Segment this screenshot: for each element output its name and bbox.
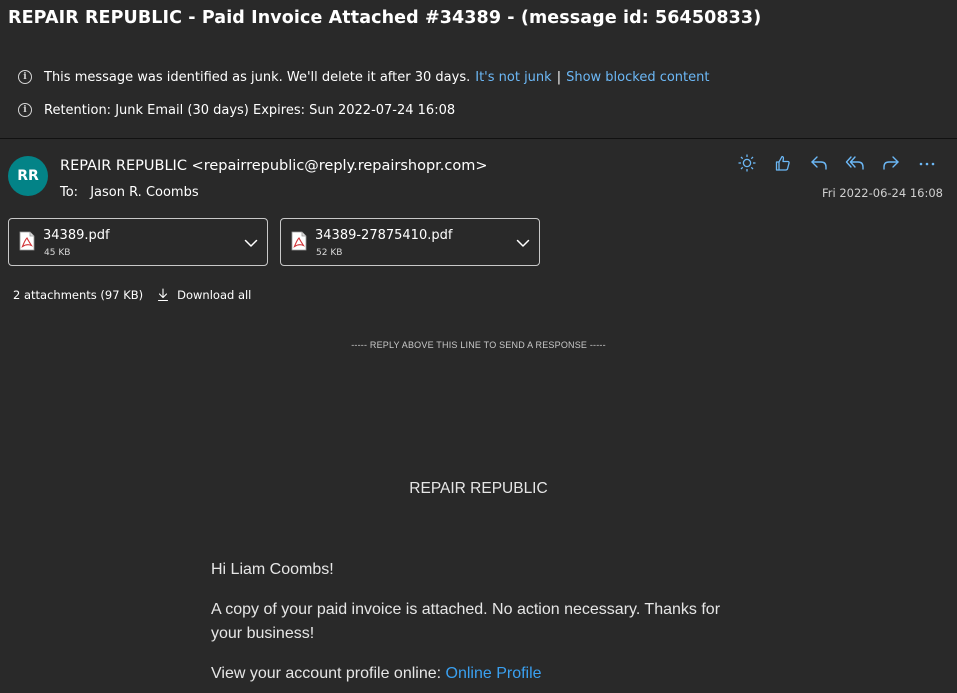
show-blocked-content-link[interactable]: Show blocked content xyxy=(566,70,709,85)
chevron-down-icon[interactable] xyxy=(515,235,531,251)
attachment-card[interactable]: 34389-27875410.pdf 52 KB xyxy=(280,218,540,266)
avatar[interactable]: RR xyxy=(8,156,48,196)
online-profile-link[interactable]: Online Profile xyxy=(446,665,542,682)
retention-notice-text: Retention: Junk Email (30 days) Expires:… xyxy=(44,102,456,118)
profile-line: View your account profile online: Online… xyxy=(211,662,751,686)
attachment-card[interactable]: 34389.pdf 45 KB xyxy=(8,218,268,266)
more-icon[interactable] xyxy=(909,150,945,176)
junk-notice-text: This message was identified as junk. We'… xyxy=(44,69,471,85)
to-label: To: xyxy=(60,185,79,200)
like-icon[interactable] xyxy=(765,150,801,176)
info-icon: i xyxy=(18,103,32,117)
download-all-label: Download all xyxy=(177,288,252,302)
sender-address[interactable]: REPAIR REPUBLIC <repairrepublic@reply.re… xyxy=(60,158,488,174)
recipient-name[interactable]: Jason R. Coombs xyxy=(90,185,198,200)
attachments-summary: 2 attachments (97 KB) Download all xyxy=(13,287,251,303)
forward-icon[interactable] xyxy=(873,150,909,176)
notice-separator: | xyxy=(556,69,562,85)
attachment-size: 45 KB xyxy=(44,248,71,258)
message-subject: REPAIR REPUBLIC - Paid Invoice Attached … xyxy=(8,8,762,28)
sun-icon[interactable] xyxy=(729,150,765,176)
retention-notice: i Retention: Junk Email (30 days) Expire… xyxy=(18,101,455,119)
info-icon: i xyxy=(18,70,32,84)
greeting: Hi Liam Coombs! xyxy=(211,561,334,578)
reply-icon[interactable] xyxy=(801,150,837,176)
body-paragraph: A copy of your paid invoice is attached.… xyxy=(211,601,721,642)
attachments-count: 2 attachments (97 KB) xyxy=(13,288,144,302)
pdf-file-icon xyxy=(19,231,35,251)
pdf-file-icon xyxy=(291,231,307,251)
recipient-line: To: Jason R. Coombs xyxy=(60,185,199,200)
attachment-name: 34389-27875410.pdf xyxy=(315,228,453,243)
header-divider xyxy=(0,138,957,139)
download-all-button[interactable]: Download all xyxy=(157,288,251,302)
not-junk-link[interactable]: It's not junk xyxy=(475,70,551,85)
profile-prefix: View your account profile online: xyxy=(211,665,442,682)
reply-all-icon[interactable] xyxy=(837,150,873,176)
reply-separator: ----- REPLY ABOVE THIS LINE TO SEND A RE… xyxy=(351,340,606,350)
message-toolbar xyxy=(729,150,945,176)
chevron-down-icon[interactable] xyxy=(243,235,259,251)
shop-name: REPAIR REPUBLIC xyxy=(409,480,548,497)
attachment-name: 34389.pdf xyxy=(43,228,110,243)
download-icon xyxy=(158,288,169,302)
message-date: Fri 2022-06-24 16:08 xyxy=(822,186,943,200)
attachment-size: 52 KB xyxy=(316,248,343,258)
junk-notice: i This message was identified as junk. W… xyxy=(18,68,709,86)
